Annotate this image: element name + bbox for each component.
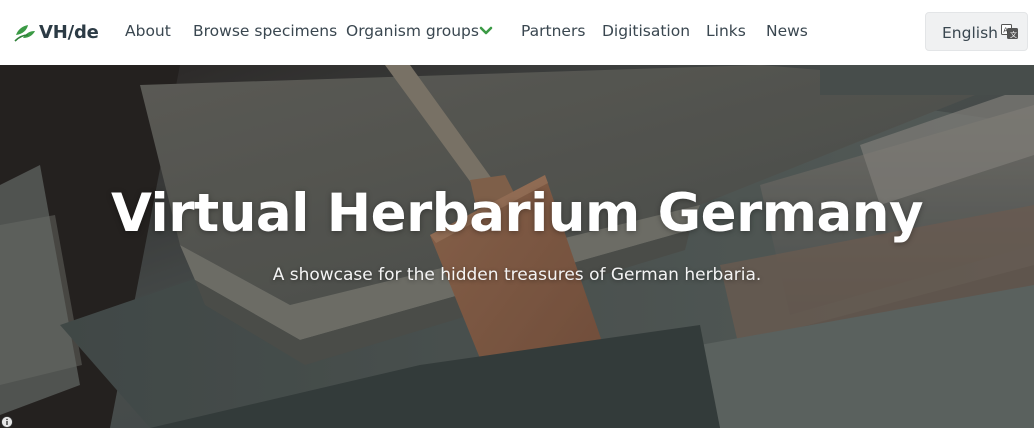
hero-banner: Virtual Herbarium Germany A showcase for… [0,65,1034,428]
hero-overlay [0,65,1034,428]
nav-item-about[interactable]: About [125,22,171,40]
nav-item-partners[interactable]: Partners [521,22,585,40]
hero-title: Virtual Herbarium Germany [110,183,924,244]
language-selector-button[interactable]: English A 文 [925,12,1028,51]
nav-item-news[interactable]: News [766,22,808,40]
nav-item-browse-specimens[interactable]: Browse specimens [193,22,337,40]
svg-text:文: 文 [1010,30,1017,39]
nav-item-digitisation[interactable]: Digitisation [602,22,690,40]
hero-subtitle: A showcase for the hidden treasures of G… [272,265,762,285]
nav-item-organism-groups[interactable]: Organism groups [346,22,479,40]
svg-text:A: A [1003,27,1008,35]
navbar: VH/de About Browse specimens Organism gr… [0,0,1034,65]
chevron-down-icon[interactable] [479,26,493,36]
language-label: English [942,24,998,42]
info-icon[interactable] [1,416,13,428]
main-nav: About Browse specimens Organism groups P… [0,0,900,65]
nav-item-links[interactable]: Links [706,22,746,40]
translate-icon: A 文 [1001,24,1018,39]
